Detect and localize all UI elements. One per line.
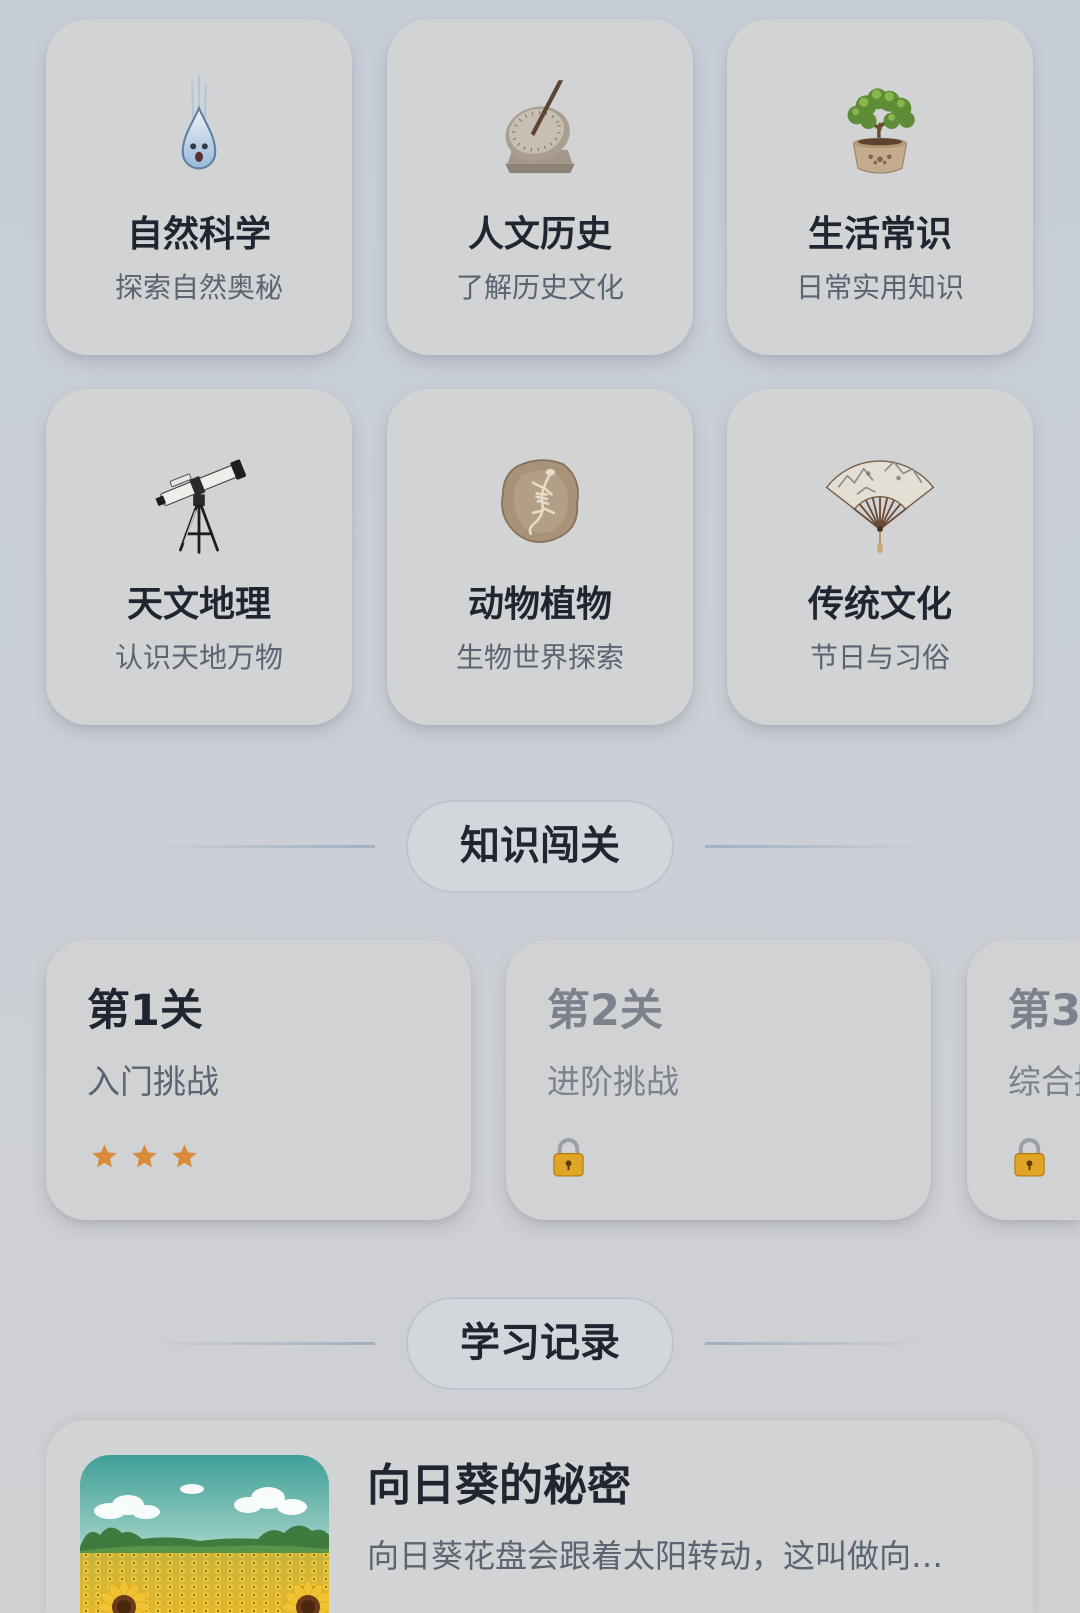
category-title: 动物植物 — [467, 584, 612, 625]
section-header-levels: 知识闯关 — [0, 800, 1080, 893]
divider-line — [705, 845, 931, 848]
lock-icon — [551, 1137, 586, 1178]
level-title: 第1关 — [87, 986, 203, 1036]
lock-icon — [1012, 1137, 1047, 1178]
category-card-traditional-culture[interactable]: 传统文化 节日与习俗 — [727, 389, 1033, 725]
category-subtitle: 了解历史文化 — [455, 271, 624, 304]
bonsai-icon — [822, 71, 938, 187]
level-card-1[interactable]: 第1关 入门挑战 — [46, 940, 471, 1220]
sundial-icon — [482, 71, 598, 187]
level-subtitle: 综合挑战 — [1008, 1062, 1080, 1101]
level-card-3[interactable]: 第3关 综合挑战 — [967, 940, 1080, 1220]
water-drop-icon — [141, 71, 257, 187]
category-card-natural-science[interactable]: 自然科学 探索自然奥秘 — [46, 19, 352, 355]
category-card-animals-plants[interactable]: 动物植物 生物世界探索 — [387, 389, 693, 725]
home-screen: 自然科学 探索自然奥秘 人文历史 了解历史文化 生活常识 日常实用知识 天文地理… — [0, 0, 1080, 1613]
divider-line — [705, 1342, 931, 1345]
category-title: 人文历史 — [467, 214, 612, 255]
sunflower-field-image — [80, 1455, 329, 1613]
star-icon — [92, 1144, 117, 1168]
category-subtitle: 认识天地万物 — [114, 641, 283, 674]
record-description: 向日葵花盘会跟着太阳转动，这叫做向… — [367, 1537, 944, 1575]
star-rating — [90, 1142, 199, 1172]
record-title: 向日葵的秘密 — [367, 1460, 631, 1511]
category-subtitle: 探索自然奥秘 — [114, 271, 283, 304]
level-title: 第3关 — [1008, 986, 1080, 1036]
star-icon — [132, 1144, 157, 1168]
star-icon — [172, 1144, 197, 1168]
divider-line — [144, 845, 375, 848]
category-title: 天文地理 — [126, 584, 271, 625]
category-card-astronomy-geography[interactable]: 天文地理 认识天地万物 — [46, 389, 352, 725]
level-card-2[interactable]: 第2关 进阶挑战 — [506, 940, 931, 1220]
category-subtitle: 生物世界探索 — [455, 641, 624, 674]
category-title: 生活常识 — [807, 214, 952, 255]
category-title: 传统文化 — [807, 584, 952, 625]
level-subtitle: 进阶挑战 — [547, 1062, 679, 1101]
divider-line — [144, 1342, 375, 1345]
section-header-records: 学习记录 — [0, 1297, 1080, 1390]
section-title: 学习记录 — [406, 1297, 674, 1390]
telescope-icon — [141, 441, 257, 557]
category-subtitle: 节日与习俗 — [809, 641, 950, 674]
learning-record-card[interactable]: 向日葵的秘密 向日葵花盘会跟着太阳转动，这叫做向… — [46, 1420, 1033, 1613]
level-title: 第2关 — [547, 986, 663, 1036]
level-subtitle: 入门挑战 — [87, 1062, 219, 1101]
section-title: 知识闯关 — [406, 800, 674, 893]
category-card-life-knowledge[interactable]: 生活常识 日常实用知识 — [727, 19, 1033, 355]
folding-fan-icon — [822, 441, 938, 557]
category-title: 自然科学 — [126, 214, 271, 255]
category-card-humanities-history[interactable]: 人文历史 了解历史文化 — [387, 19, 693, 355]
fossil-icon — [482, 441, 598, 557]
category-subtitle: 日常实用知识 — [795, 271, 964, 304]
